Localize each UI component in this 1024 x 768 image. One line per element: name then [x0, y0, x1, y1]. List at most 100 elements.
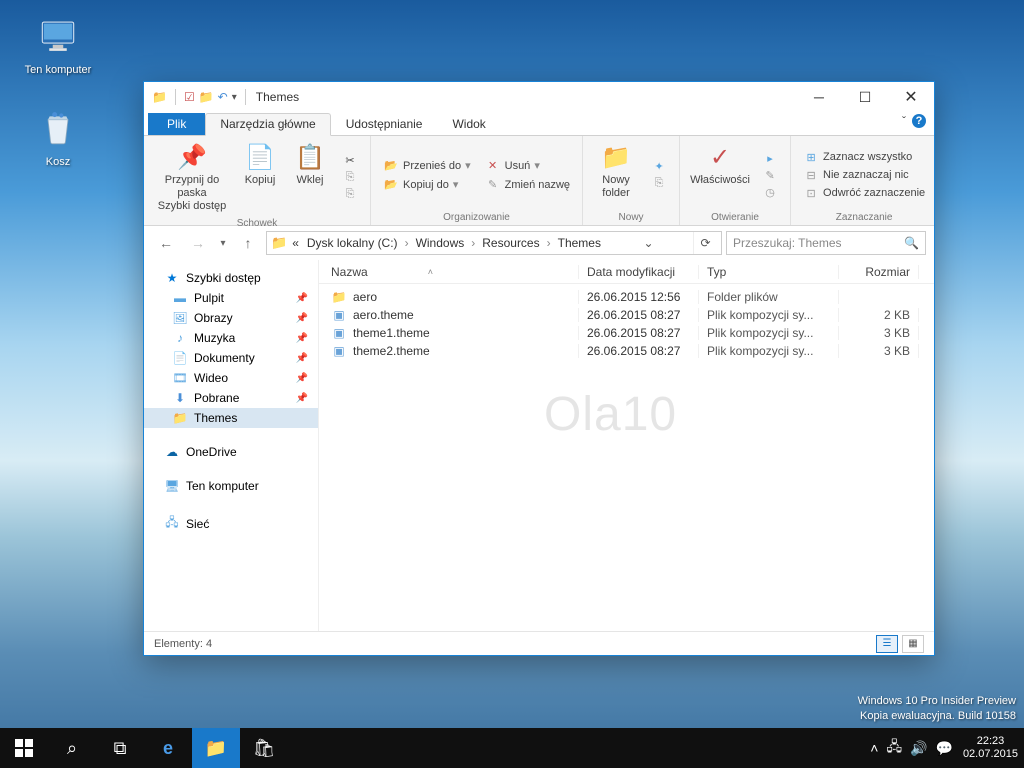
undo-icon[interactable]: ↶ [218, 90, 228, 104]
sidebar-item-documents[interactable]: 📄Dokumenty📌 [144, 348, 318, 368]
sidebar-item-onedrive[interactable]: ☁OneDrive [144, 442, 318, 462]
new-folder-button[interactable]: 📁 Nowy folder [591, 140, 641, 210]
column-date[interactable]: Data modyfikacji [579, 265, 699, 279]
properties-icon[interactable]: ☑ [184, 90, 195, 104]
column-name[interactable]: Nazwa˄ [319, 265, 579, 279]
pin-icon: 📌 [177, 142, 207, 174]
select-none-button[interactable]: ⊟Nie zaznaczaj nic [799, 168, 929, 183]
tray-chevron-icon[interactable]: ˄ [870, 740, 878, 756]
close-button[interactable]: ✕ [888, 82, 934, 112]
copy-icon: 📄 [245, 142, 275, 174]
tray-clock[interactable]: 22:23 02.07.2015 [963, 735, 1018, 761]
breadcrumb[interactable]: 📁 « Dysk lokalny (C:) › Windows › Resour… [266, 231, 722, 255]
edge-button[interactable]: e [144, 728, 192, 768]
copy-to-button[interactable]: 📂Kopiuj do ▾ [379, 177, 475, 192]
titlebar[interactable]: 📁 ☑ 📁 ↶ ▾ Themes ─ ☐ ✕ [144, 82, 934, 112]
sidebar-item-this-pc[interactable]: 🖥Ten komputer [144, 476, 318, 496]
sidebar-item-network[interactable]: 🖧Sieć [144, 510, 318, 537]
easy-access-button[interactable]: ⎘ [647, 176, 671, 191]
breadcrumb-item[interactable]: Dysk lokalny (C:) [304, 236, 401, 250]
breadcrumb-item[interactable]: Resources [479, 236, 542, 250]
action-center-icon[interactable]: 💬 [936, 740, 953, 757]
recent-dropdown[interactable]: ▾ [216, 230, 230, 256]
details-view-button[interactable]: ☰ [876, 635, 898, 653]
explorer-button[interactable]: 📁 [192, 728, 240, 768]
sidebar-item-pictures[interactable]: 🖼Obrazy📌 [144, 308, 318, 328]
file-type: Plik kompozycji sy... [699, 308, 839, 322]
network-icon[interactable]: 🖧 [886, 736, 902, 760]
minimize-button[interactable]: ─ [796, 82, 842, 112]
rename-button[interactable]: ✎Zmień nazwę [481, 177, 574, 192]
cut-button[interactable]: ✂ [338, 153, 362, 168]
tab-share[interactable]: Udostępnianie [331, 113, 438, 135]
file-row[interactable]: ▣aero.theme26.06.2015 08:27Plik kompozyc… [319, 306, 934, 324]
pin-quick-access-button[interactable]: 📌 Przypnij do paska Szybki dostęp [152, 140, 232, 216]
forward-button[interactable]: → [184, 230, 212, 256]
help-icon[interactable]: ? [912, 114, 926, 128]
sidebar-item-videos[interactable]: 🎞Wideo📌 [144, 368, 318, 388]
downloads-icon: ⬇ [172, 391, 188, 405]
history-button[interactable]: ◷ [758, 185, 782, 200]
store-icon: 🛍 [253, 738, 276, 759]
edit-button[interactable]: ✎ [758, 168, 782, 183]
open-button[interactable]: ▸ [758, 151, 782, 166]
move-to-button[interactable]: 📂Przenieś do ▾ [379, 158, 475, 173]
breadcrumb-item[interactable]: Windows [413, 236, 468, 250]
properties-button[interactable]: ✓ Właściwości [688, 140, 752, 210]
up-button[interactable]: ↑ [234, 230, 262, 256]
invert-selection-button[interactable]: ⊡Odwróć zaznaczenie [799, 186, 929, 201]
copy-path-button[interactable]: ⎘ [338, 170, 362, 185]
tray: ˄ 🖧 🔊 💬 22:23 02.07.2015 [870, 735, 1024, 761]
column-type[interactable]: Typ [699, 265, 839, 279]
refresh-button[interactable]: ⟳ [693, 232, 717, 254]
quick-access-toolbar: 📁 ☑ 📁 ↶ ▾ [152, 89, 250, 105]
chevron-right-icon: › [469, 236, 477, 250]
start-button[interactable] [0, 728, 48, 768]
desktop-icon-recycle-bin[interactable]: Kosz [18, 104, 98, 168]
new-folder-icon[interactable]: 📁 [199, 90, 214, 104]
desktop-icon-this-pc[interactable]: Ten komputer [18, 12, 98, 76]
tab-home[interactable]: Narzędzia główne [205, 113, 330, 136]
folder-icon: 📁 [152, 90, 167, 104]
new-item-button[interactable]: ✦ [647, 159, 671, 174]
maximize-button[interactable]: ☐ [842, 82, 888, 112]
file-name: aero [353, 290, 377, 304]
selectnone-icon: ⊟ [803, 169, 819, 182]
shortcut-icon: ⎘ [342, 188, 358, 201]
delete-button[interactable]: ✕Usuń ▾ [481, 158, 574, 173]
breadcrumb-item[interactable]: Themes [555, 236, 604, 250]
select-all-button[interactable]: ⊞Zaznacz wszystko [799, 150, 929, 165]
edit-icon: ✎ [762, 169, 778, 182]
file-row[interactable]: ▣theme1.theme26.06.2015 08:27Plik kompoz… [319, 324, 934, 342]
icons-view-button[interactable]: ▦ [902, 635, 924, 653]
tab-view[interactable]: Widok [437, 113, 500, 135]
documents-icon: 📄 [172, 351, 188, 365]
pin-icon: 📌 [296, 313, 308, 324]
chevron-down-icon[interactable]: ⌄ [639, 236, 657, 250]
file-list: 📁aero26.06.2015 12:56Folder plików▣aero.… [319, 284, 934, 631]
minimize-ribbon-icon[interactable]: ˇ [902, 114, 906, 128]
copy-button[interactable]: 📄 Kopiuj [238, 140, 282, 216]
search-input[interactable]: Przeszukaj: Themes 🔍 [726, 231, 926, 255]
desktop: Ten komputer Kosz 📁 ☑ 📁 ↶ ▾ Themes ─ ☐ ✕ [0, 0, 1024, 768]
file-row[interactable]: ▣theme2.theme26.06.2015 08:27Plik kompoz… [319, 342, 934, 360]
back-button[interactable]: ← [152, 230, 180, 256]
sidebar-item-desktop[interactable]: ▬Pulpit📌 [144, 288, 318, 308]
paste-shortcut-button[interactable]: ⎘ [338, 187, 362, 202]
search-button[interactable]: ⌕ [48, 728, 96, 768]
paste-icon: 📋 [295, 142, 325, 174]
history-icon: ◷ [762, 186, 778, 199]
volume-icon[interactable]: 🔊 [910, 740, 927, 757]
column-size[interactable]: Rozmiar [839, 265, 919, 279]
tab-file[interactable]: Plik [148, 113, 205, 135]
paste-button[interactable]: 📋 Wklej [288, 140, 332, 216]
ribbon-tabs: Plik Narzędzia główne Udostępnianie Wido… [144, 112, 934, 136]
dropdown-icon[interactable]: ▾ [232, 92, 237, 103]
sidebar-item-downloads[interactable]: ⬇Pobrane📌 [144, 388, 318, 408]
sidebar-item-themes[interactable]: 📁Themes [144, 408, 318, 428]
file-row[interactable]: 📁aero26.06.2015 12:56Folder plików [319, 288, 934, 306]
sidebar-item-quick-access[interactable]: ★Szybki dostęp [144, 268, 318, 288]
sidebar-item-music[interactable]: ♪Muzyka📌 [144, 328, 318, 348]
task-view-button[interactable]: ⧉ [96, 728, 144, 768]
store-button[interactable]: 🛍 [240, 728, 288, 768]
